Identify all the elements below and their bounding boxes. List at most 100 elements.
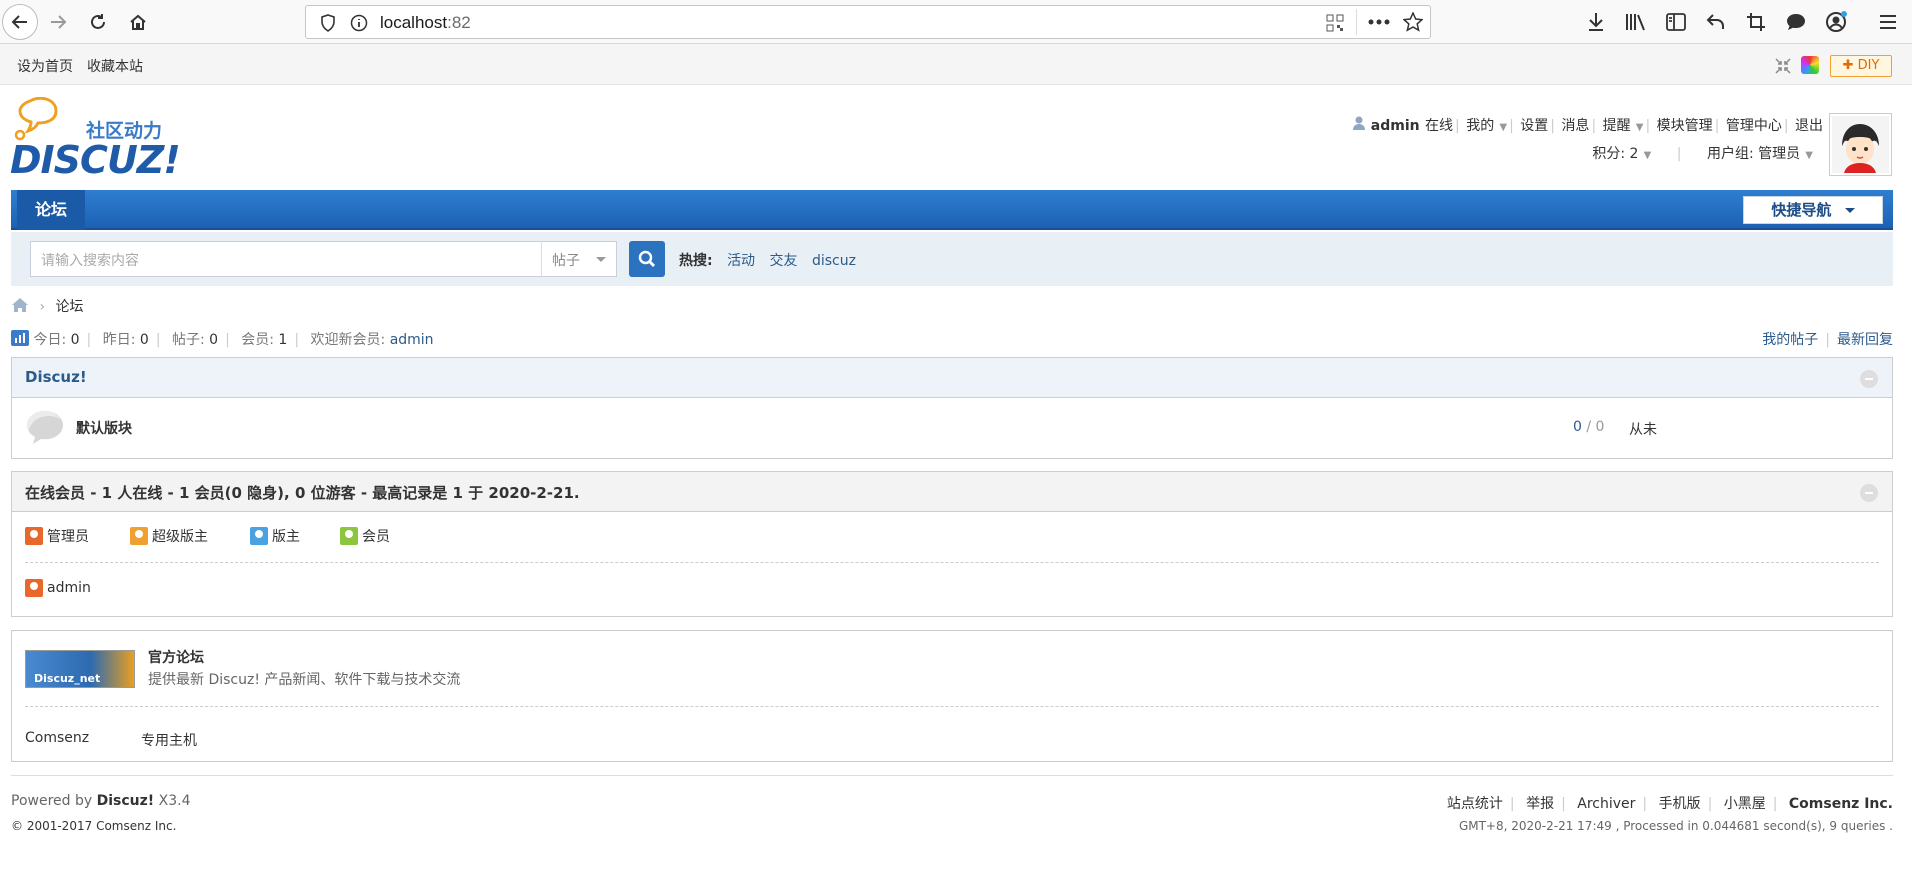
caret-down-icon xyxy=(1844,208,1855,213)
forum-row: 默认版块 0 / 0 从未 xyxy=(12,398,1892,458)
search-button[interactable] xyxy=(629,241,665,277)
messages-link[interactable]: 消息 xyxy=(1561,118,1589,134)
sidebar-icon[interactable] xyxy=(1662,8,1690,36)
collapse-icon[interactable] xyxy=(1860,484,1878,502)
search-type-label: 帖子 xyxy=(552,253,580,269)
breadcrumb-current: 论坛 xyxy=(55,299,84,315)
count-separator: / xyxy=(1581,419,1596,435)
thread-count: 0 xyxy=(1573,419,1582,435)
footer-link-blackroom[interactable]: 小黑屋 xyxy=(1724,796,1766,812)
menu-icon[interactable] xyxy=(1874,8,1902,36)
forward-button[interactable] xyxy=(44,8,72,36)
legend-super-mod: 超级版主 xyxy=(130,526,208,546)
user-admin-icon xyxy=(25,579,43,597)
forum-stats: 今日: 0 | 昨日: 0 | 帖子: 0 | 会员: 1 | 欢迎新会员: admin… xyxy=(11,329,1893,349)
forum-name-link[interactable]: 默认版块 xyxy=(76,418,132,438)
collapse-icon[interactable] xyxy=(1860,370,1878,388)
avatar[interactable] xyxy=(1829,113,1892,176)
usergroup-menu[interactable]: 用户组: 管理员 xyxy=(1707,146,1800,162)
link-hosting[interactable]: 专用主机 xyxy=(141,730,197,750)
style-switch-icon[interactable] xyxy=(1801,56,1819,74)
url-text: localhost:82 xyxy=(380,13,471,32)
official-forum-desc: 提供最新 Discuz! 产品新闻、软件下载与技术交流 xyxy=(148,672,461,688)
footer-links: 站点统计 | 举报 | Archiver | 手机版 | 小黑屋 | Comsenz In… xyxy=(1446,796,1893,812)
newest-member-link[interactable]: admin xyxy=(390,332,434,348)
arrow-right-icon xyxy=(51,15,67,29)
url-bar[interactable]: localhost:82 xyxy=(305,5,1431,39)
category-box: Discuz! 默认版块 0 / 0 从未 xyxy=(11,357,1893,459)
online-body: 管理员 超级版主 版主 会员 admin xyxy=(12,512,1892,616)
search-type-select[interactable]: 帖子 xyxy=(541,241,617,277)
user-supermod-icon xyxy=(130,527,148,545)
module-manage-link[interactable]: 模块管理 xyxy=(1657,118,1713,134)
collapse-arrows-icon[interactable] xyxy=(1774,57,1792,75)
last-post: 从未 xyxy=(1629,422,1657,438)
posts-count: 0 xyxy=(209,332,219,348)
today-count: 0 xyxy=(70,332,80,348)
download-icon[interactable] xyxy=(1582,8,1610,36)
footer-link-report[interactable]: 举报 xyxy=(1526,796,1554,812)
user-admin-icon xyxy=(25,527,43,545)
more-icon[interactable] xyxy=(1368,19,1390,25)
hot-search-item[interactable]: discuz xyxy=(812,253,856,269)
online-user[interactable]: admin xyxy=(25,579,91,597)
reload-icon xyxy=(91,14,105,29)
discuz-net-banner[interactable]: Discuz_net xyxy=(25,650,135,688)
quick-nav-button[interactable]: 快捷导航 xyxy=(1743,196,1883,224)
username-link[interactable]: admin xyxy=(1371,118,1420,134)
company-link[interactable]: Comsenz Inc. xyxy=(96,819,176,833)
library-icon[interactable] xyxy=(1622,8,1650,36)
points-menu[interactable]: 积分: 2 xyxy=(1592,146,1638,162)
settings-link[interactable]: 设置 xyxy=(1520,118,1548,134)
diy-button[interactable]: ✚ DIY xyxy=(1830,55,1892,77)
arrow-left-icon xyxy=(11,15,27,29)
remind-menu[interactable]: 提醒 xyxy=(1603,118,1631,134)
admin-center-link[interactable]: 管理中心 xyxy=(1726,118,1782,134)
online-members-box: 在线会员 - 1 人在线 - 1 会员(0 隐身), 0 位游客 - 最高记录是… xyxy=(11,471,1893,617)
user-member-icon xyxy=(340,527,358,545)
footer-link-archiver[interactable]: Archiver xyxy=(1577,796,1635,812)
copyright: © 2001-2017 Comsenz Inc. xyxy=(11,819,177,833)
user-icon xyxy=(1353,116,1366,130)
discuz-logo[interactable]: 社区动力 DISCUZ! xyxy=(10,96,190,185)
user-mod-icon xyxy=(250,527,268,545)
info-icon[interactable] xyxy=(350,14,368,32)
chat-icon[interactable] xyxy=(1782,8,1810,36)
latest-replies-link[interactable]: 最新回复 xyxy=(1837,332,1893,348)
star-icon[interactable] xyxy=(1403,12,1423,32)
hot-search-item[interactable]: 交友 xyxy=(770,253,798,269)
hot-search-label: 热搜: xyxy=(679,253,713,269)
discuz-link[interactable]: Discuz! xyxy=(97,793,155,809)
logo-brand: DISCUZ! xyxy=(10,138,180,181)
reload-button[interactable] xyxy=(84,8,112,36)
home-button[interactable] xyxy=(124,8,152,36)
main-nav: 论坛 快捷导航 xyxy=(11,190,1893,230)
footer-link-mobile[interactable]: 手机版 xyxy=(1659,796,1701,812)
nav-tab-forum[interactable]: 论坛 xyxy=(17,190,85,230)
qr-code-icon[interactable] xyxy=(1325,13,1345,33)
back-button[interactable] xyxy=(2,4,38,40)
online-status: 在线 xyxy=(1425,118,1454,134)
set-homepage-link[interactable]: 设为首页 xyxy=(17,56,73,76)
category-title[interactable]: Discuz! xyxy=(25,368,87,386)
powered-by: Powered by Discuz! X3.4 xyxy=(11,793,191,809)
footer-link-stats[interactable]: 站点统计 xyxy=(1447,796,1503,812)
legend-member: 会员 xyxy=(340,526,390,546)
crop-icon[interactable] xyxy=(1742,8,1770,36)
online-title: 在线会员 - 1 人在线 - 1 会员(0 隐身), 0 位游客 - 最高记录是… xyxy=(25,484,580,502)
logout-link[interactable]: 退出 xyxy=(1795,118,1823,134)
hot-search-item[interactable]: 活动 xyxy=(727,253,755,269)
my-posts-link[interactable]: 我的帖子 xyxy=(1762,332,1818,348)
search-bar: 请输入搜索内容 帖子 热搜: 活动 交友 discuz xyxy=(11,232,1893,286)
official-forum-link[interactable]: 官方论坛 xyxy=(148,647,204,667)
account-icon[interactable] xyxy=(1822,8,1850,36)
link-comsenz[interactable]: Comsenz xyxy=(25,730,89,746)
breadcrumb: › 论坛 xyxy=(11,296,84,316)
footer-company[interactable]: Comsenz Inc. xyxy=(1789,796,1893,812)
home-icon[interactable] xyxy=(11,297,29,313)
search-input[interactable]: 请输入搜索内容 xyxy=(30,241,542,277)
bookmark-link[interactable]: 收藏本站 xyxy=(87,56,143,76)
undo-icon[interactable] xyxy=(1702,8,1730,36)
my-menu[interactable]: 我的 xyxy=(1466,118,1494,134)
shield-icon xyxy=(321,14,335,32)
